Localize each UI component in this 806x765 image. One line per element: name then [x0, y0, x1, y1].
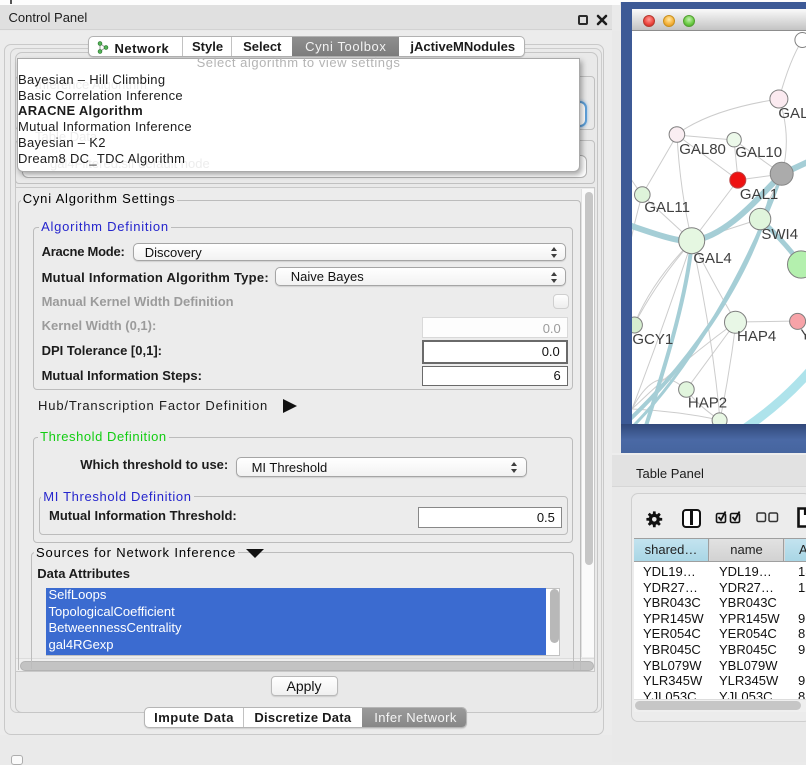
svg-text:GAL11: GAL11: [644, 199, 690, 216]
svg-text:GAL1: GAL1: [740, 186, 778, 203]
svg-text:GAL10: GAL10: [735, 144, 782, 161]
svg-text:GAL4: GAL4: [693, 250, 731, 267]
svg-text:GAL2: GAL2: [778, 105, 806, 122]
svg-text:GCY1: GCY1: [632, 331, 673, 348]
svg-text:YB: YB: [800, 327, 806, 344]
svg-text:HAP2: HAP2: [688, 394, 727, 411]
svg-text:HAP4: HAP4: [737, 328, 776, 345]
svg-text:GAL80: GAL80: [679, 141, 726, 158]
svg-text:SWI4: SWI4: [761, 226, 798, 243]
